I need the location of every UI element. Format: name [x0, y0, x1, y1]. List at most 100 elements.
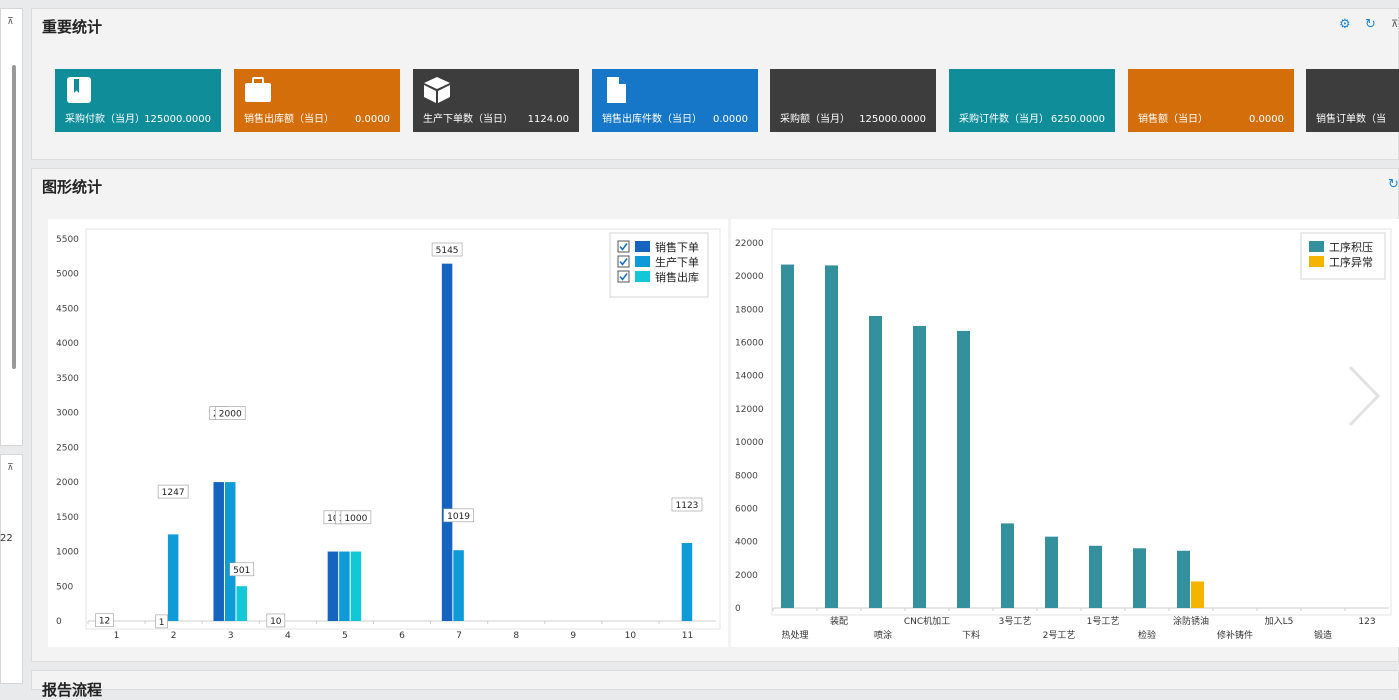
- cube-icon: [423, 76, 451, 104]
- bar: [1177, 551, 1190, 608]
- kpi-card-value: 0.0000: [713, 114, 748, 125]
- x-tick-label: 修补铸件: [1217, 629, 1253, 641]
- kpi-card-label: 采购额（当月）: [780, 110, 850, 125]
- bar: [328, 552, 339, 621]
- y-tick-label: 4500: [56, 304, 79, 314]
- x-tick-label: 加入L5: [1265, 616, 1294, 627]
- kpi-card[interactable]: 销售订单数（当: [1306, 69, 1399, 132]
- bar: [1191, 581, 1204, 608]
- y-tick-label: 20000: [735, 272, 764, 282]
- legend-swatch: [635, 271, 650, 282]
- bar: [1001, 523, 1014, 608]
- y-tick-label: 6000: [735, 504, 758, 514]
- y-tick-label: 0: [735, 604, 741, 614]
- y-tick-label: 5500: [56, 235, 79, 245]
- bar: [225, 482, 236, 621]
- y-tick-label: 14000: [735, 372, 764, 382]
- legend-label: 工序积压: [1329, 240, 1373, 254]
- kpi-card-value: 125000.0000: [859, 114, 926, 125]
- bar: [236, 586, 247, 621]
- pin-icon[interactable]: ⊼: [7, 17, 14, 27]
- kpi-card-label: 销售额（当日）: [1138, 110, 1208, 125]
- y-tick-label: 4000: [735, 538, 758, 548]
- x-tick-label: 检验: [1138, 629, 1156, 641]
- next-arrow-icon[interactable]: [1346, 365, 1382, 427]
- kpi-card[interactable]: 销售出库额（当日） 0.0000: [234, 69, 400, 132]
- pin-icon[interactable]: ⊼: [7, 463, 14, 473]
- y-tick-label: 12000: [735, 405, 764, 415]
- y-tick-label: 10000: [735, 438, 764, 448]
- x-tick-label: 6: [399, 631, 405, 641]
- x-tick-label: 7: [456, 631, 462, 641]
- x-tick-label: 2: [171, 631, 177, 641]
- settings-icon[interactable]: ⚙: [1339, 17, 1351, 32]
- kpi-card[interactable]: 采购订件数（当月）6250.0000: [949, 69, 1115, 132]
- kpi-card-value: 6250.0000: [1051, 114, 1105, 125]
- sidebar-partial-value: 22: [0, 533, 13, 544]
- legend-checkbox: [618, 271, 629, 282]
- bar: [781, 265, 794, 608]
- pin-icon[interactable]: ⊼: [1391, 19, 1398, 30]
- refresh-icon[interactable]: ↻: [1388, 177, 1399, 192]
- x-tick-label: 11: [682, 631, 693, 641]
- kpi-card-label: 采购订件数（当月）: [959, 110, 1049, 125]
- x-tick-label: 8: [513, 631, 519, 641]
- x-tick-label: 10: [625, 631, 637, 641]
- y-tick-label: 4000: [56, 339, 79, 349]
- legend-label: 销售下单: [655, 240, 699, 254]
- bar: [682, 543, 693, 621]
- bar: [339, 552, 350, 621]
- x-tick-label: 热处理: [781, 629, 808, 641]
- data-label: 5145: [436, 246, 459, 256]
- panel-title: 图形统计: [42, 176, 102, 197]
- legend-label: 生产下单: [655, 255, 699, 269]
- stats-panel: 重要统计 ⚙ ↻ ⊼ 采购付款（当月）125000.0000销售出库额（当日）0…: [31, 8, 1399, 160]
- kpi-card-label: 销售订单数（当: [1316, 110, 1386, 125]
- kpi-card[interactable]: 采购额（当月） 125000.0000: [770, 69, 936, 132]
- data-label: 1019: [447, 512, 470, 522]
- data-label: 1247: [162, 488, 185, 498]
- y-tick-label: 16000: [735, 339, 764, 349]
- graph-panel: 图形统计 ↻ 050010001500200025003000350040004…: [31, 168, 1399, 662]
- bar: [1133, 548, 1146, 608]
- kpi-card[interactable]: 采购付款（当月）125000.0000: [55, 69, 221, 132]
- kpi-card[interactable]: 销售出库件数（当日） 0.0000: [592, 69, 758, 132]
- bar: [869, 316, 882, 608]
- x-tick-label: 装配: [830, 615, 848, 627]
- refresh-icon[interactable]: ↻: [1365, 17, 1376, 32]
- kpi-card-value: 0.0000: [355, 114, 390, 125]
- legend-swatch: [635, 256, 650, 267]
- data-label: 1123: [676, 501, 699, 511]
- bar: [442, 264, 453, 621]
- legend-swatch: [1309, 241, 1324, 252]
- sidebar-scrollbar[interactable]: [12, 65, 16, 369]
- x-tick-label: 喷涂: [874, 629, 892, 641]
- kpi-card-label: 销售出库额（当日）: [244, 110, 334, 125]
- bar: [1045, 537, 1058, 608]
- panel-title: 报告流程: [42, 679, 102, 700]
- plot-frame: [772, 229, 1391, 615]
- kpi-card-label: 销售出库件数（当日）: [602, 110, 702, 125]
- briefcase-icon: [244, 76, 272, 104]
- y-tick-label: 3500: [56, 374, 79, 384]
- process-backlog-chart: 0200040006000800010000120001400016000180…: [731, 219, 1399, 647]
- kpi-card[interactable]: 生产下单数（当日）1124.00: [413, 69, 579, 132]
- y-tick-label: 8000: [735, 471, 758, 481]
- legend-swatch: [635, 241, 650, 252]
- y-tick-label: 2000: [56, 478, 79, 488]
- x-tick-label: 下料: [962, 629, 980, 641]
- legend-swatch: [1309, 256, 1324, 267]
- x-tick-label: CNC机加工: [904, 615, 950, 627]
- kpi-card[interactable]: 销售额（当日）0.0000: [1128, 69, 1294, 132]
- y-tick-label: 5000: [56, 270, 79, 280]
- x-tick-label: 9: [570, 631, 576, 641]
- y-tick-label: 18000: [735, 305, 764, 315]
- sidebar-bottom-panel: ⊼: [0, 454, 23, 684]
- y-tick-label: 2500: [56, 443, 79, 453]
- kpi-card-label: 生产下单数（当日）: [423, 110, 513, 125]
- data-label: 2000: [219, 410, 242, 420]
- data-label: 501: [233, 566, 250, 576]
- kpi-card-label: 采购付款（当月）: [65, 110, 145, 125]
- legend-checkbox: [618, 256, 629, 267]
- x-tick-label: 4: [285, 631, 291, 641]
